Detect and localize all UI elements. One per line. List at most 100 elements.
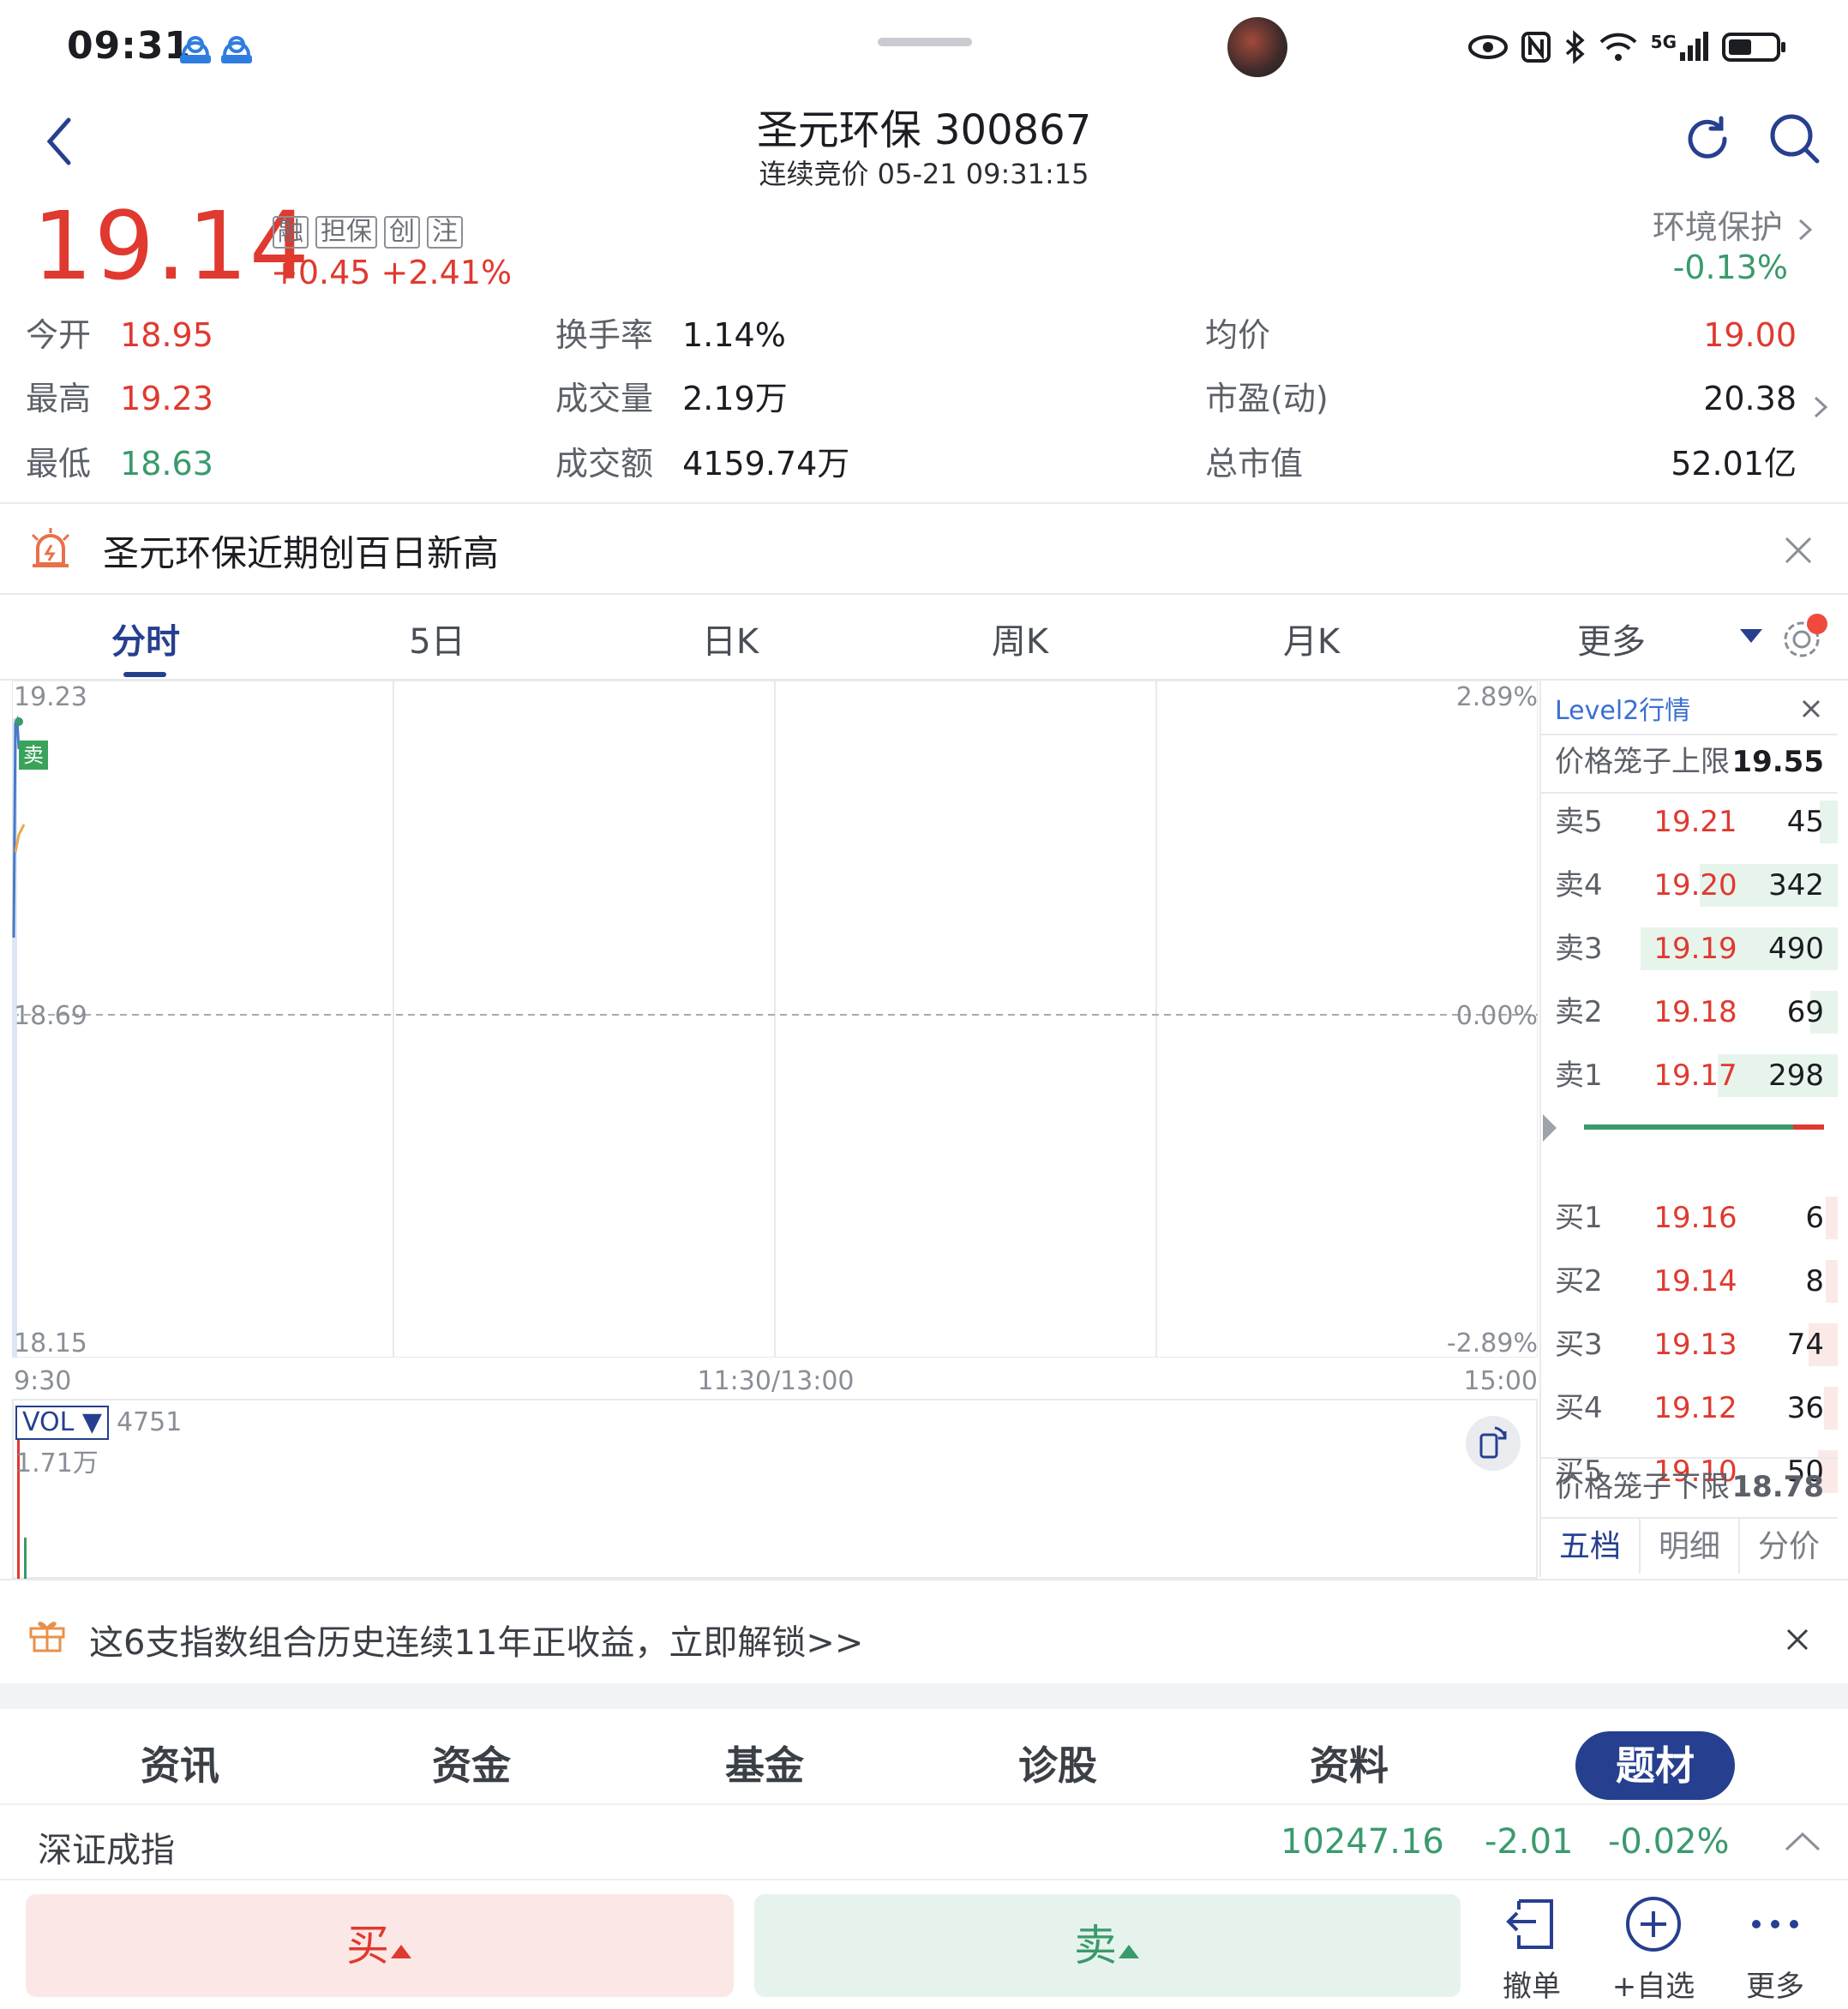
ask-level-4[interactable]: 卖2 19.18 69 (1541, 986, 1838, 1039)
tab-intraday[interactable]: 分时 (60, 614, 231, 663)
sector-change: -0.13% (1672, 249, 1788, 286)
section-gap (0, 1683, 1848, 1709)
bid-depth-bar (1823, 1387, 1838, 1430)
stock-badges: 融 担保 创 注 (273, 216, 463, 249)
sector-link[interactable]: 环境保护 (1653, 201, 1817, 248)
ask-qty: 45 (1786, 805, 1824, 839)
bid-price: 19.16 (1653, 1201, 1737, 1235)
y-label-top: 19.23 (14, 682, 87, 712)
x-label-start: 9:30 (14, 1366, 72, 1396)
expand-triangle-icon[interactable] (1541, 1111, 1558, 1145)
bid-depth-bar (1826, 1260, 1838, 1303)
ask-qty: 298 (1768, 1058, 1824, 1093)
status-time: 09:31 (67, 24, 192, 68)
intraday-chart-svg (11, 680, 1539, 1358)
ask-qty: 490 (1768, 932, 1824, 966)
ask-label: 卖5 (1555, 805, 1603, 839)
bid-level-2[interactable]: 买2 19.14 8 (1541, 1255, 1838, 1308)
ask-qty: 342 (1768, 868, 1824, 903)
page-title: 圣元环保 300867 (756, 106, 1092, 154)
cancel-order-icon (1506, 1899, 1553, 1949)
ask-label: 卖3 (1555, 932, 1603, 966)
tab-more[interactable]: 更多 (1526, 614, 1697, 663)
tab-five-level[interactable]: 五档 (1541, 1519, 1641, 1574)
tab-diagnosis[interactable]: 诊股 (972, 1735, 1143, 1791)
current-price: 19.14 (33, 191, 311, 301)
tab-weekly-k[interactable]: 周K (934, 614, 1106, 663)
ask-level-3[interactable]: 卖3 19.19 490 (1541, 922, 1838, 975)
tab-funds-flow[interactable]: 资金 (386, 1735, 557, 1791)
wifi-icon (1599, 33, 1637, 61)
intraday-chart[interactable] (11, 680, 1539, 1358)
tab-detail[interactable]: 明细 (1641, 1519, 1740, 1574)
buy-button[interactable]: 买 (26, 1894, 734, 1997)
more-dots-icon (1752, 1920, 1798, 1928)
ask-price: 19.21 (1653, 805, 1737, 839)
order-book: Level2行情 价格笼子上限 19.55 卖5 19.21 45 卖4 19.20 34… (1539, 681, 1838, 1577)
triangle-up-icon (391, 1945, 411, 1958)
stat-avg: 19.00 (1703, 316, 1797, 354)
bid-label: 买3 (1555, 1328, 1603, 1362)
signal-icon: 5G (1651, 32, 1709, 63)
ask-qty: 69 (1786, 995, 1824, 1029)
pct-label-bottom: -2.89% (1446, 1328, 1538, 1358)
bid-level-3[interactable]: 买3 19.13 74 (1541, 1318, 1838, 1371)
volume-bars-svg (17, 1440, 27, 1579)
ask-label: 卖2 (1555, 995, 1603, 1029)
sell-marker: 卖 (19, 741, 48, 770)
close-icon[interactable] (1785, 1627, 1810, 1652)
ask-level-2[interactable]: 卖4 19.20 342 (1541, 859, 1838, 912)
ask-level-1[interactable]: 卖5 19.21 45 (1541, 795, 1838, 849)
tab-news[interactable]: 资讯 (94, 1735, 266, 1791)
chevron-right-icon (1798, 219, 1813, 240)
tab-fund[interactable]: 基金 (679, 1735, 850, 1791)
refresh-button[interactable] (1680, 111, 1735, 166)
rotate-screen-button[interactable] (1466, 1416, 1521, 1471)
tab-price-volume[interactable]: 分价 (1740, 1519, 1838, 1574)
eye-icon (1467, 35, 1508, 59)
sell-button[interactable]: 卖 (754, 1894, 1461, 1997)
bid-qty: 8 (1805, 1264, 1824, 1298)
chevron-up-icon[interactable] (1783, 1829, 1822, 1855)
x-label-mid: 11:30/13:00 (697, 1366, 855, 1396)
ask-level-5[interactable]: 卖1 19.17 298 (1541, 1049, 1838, 1102)
badge-chinext: 创 (384, 216, 420, 249)
volume-max: 1.71万 (15, 1448, 99, 1478)
x-label-end: 15:00 (1463, 1366, 1538, 1396)
price-cage-upper: 价格笼子上限 19.55 (1555, 745, 1824, 779)
bid-level-4[interactable]: 买4 19.12 36 (1541, 1382, 1838, 1435)
tab-5day[interactable]: 5日 (351, 614, 523, 663)
notification-dot (1807, 614, 1827, 634)
level2-title[interactable]: Level2行情 (1555, 689, 1690, 727)
y-label-bottom: 18.15 (14, 1328, 87, 1358)
promo-banner[interactable]: 这6支指数组合历史连续11年正收益，立即解锁>> (89, 1615, 863, 1664)
pe-chevron-icon[interactable] (1809, 393, 1833, 422)
index-pct: -0.02% (1608, 1822, 1730, 1862)
bid-level-1[interactable]: 买1 19.16 6 (1541, 1191, 1838, 1244)
tab-daily-k[interactable]: 日K (645, 614, 816, 663)
chart-settings-button[interactable] (1779, 614, 1827, 662)
orderbook-tabs: 五档 明细 分价 (1541, 1517, 1838, 1574)
close-icon[interactable] (1800, 698, 1822, 720)
cancel-order-button[interactable]: 撤单 (1476, 1894, 1587, 2005)
tab-monthly-k[interactable]: 月K (1226, 614, 1397, 663)
dropdown-arrow-icon[interactable] (1738, 626, 1764, 646)
bid-qty: 36 (1786, 1391, 1824, 1425)
tab-theme[interactable]: 题材 (1575, 1731, 1735, 1800)
stat-open: 今开 18.95 (26, 316, 213, 354)
bid-depth-bar (1826, 1196, 1838, 1239)
triangle-up-icon (1119, 1945, 1139, 1958)
stat-avg-label: 均价 (1205, 316, 1271, 354)
more-button[interactable]: 更多 (1719, 1894, 1831, 2005)
bid-price: 19.13 (1653, 1328, 1737, 1362)
indicator-select[interactable]: VOL ▼ (15, 1406, 109, 1440)
close-icon[interactable] (1783, 535, 1814, 566)
search-icon (1770, 114, 1820, 164)
add-watchlist-button[interactable]: +自选 (1598, 1894, 1709, 2005)
stat-low: 最低 18.63 (26, 445, 213, 483)
search-button[interactable] (1767, 111, 1822, 166)
y-label-mid: 18.69 (14, 1001, 87, 1031)
price-change: +0.45 +2.41% (271, 254, 513, 291)
alarm-icon (31, 528, 70, 567)
tab-profile[interactable]: 资料 (1263, 1735, 1435, 1791)
